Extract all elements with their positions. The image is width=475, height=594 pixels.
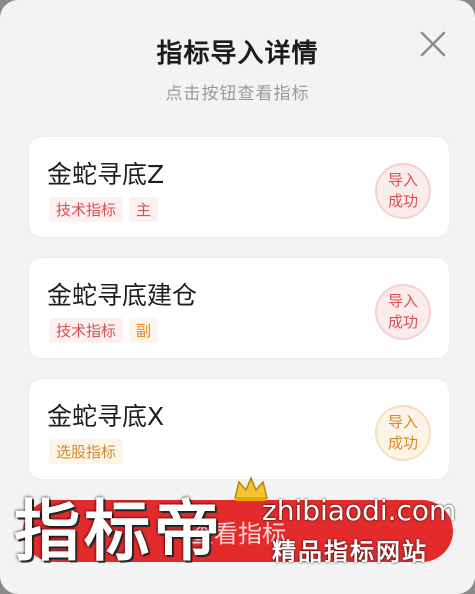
indicator-type-tag: 选股指标 bbox=[49, 439, 124, 464]
indicator-tags: 技术指标 副 bbox=[49, 318, 159, 343]
indicator-tags: 选股指标 bbox=[49, 439, 124, 464]
import-success-stamp: 导入 成功 bbox=[375, 405, 431, 461]
watermark-url: zhibiaodi.com bbox=[262, 494, 457, 527]
indicator-type-tag: 技术指标 bbox=[49, 197, 124, 222]
close-icon[interactable] bbox=[416, 27, 450, 61]
indicator-name: 金蛇寻底建仓 bbox=[47, 281, 198, 310]
import-success-stamp: 导入 成功 bbox=[375, 163, 431, 219]
indicator-card[interactable]: 金蛇寻底建仓 技术指标 副 导入 成功 bbox=[28, 257, 450, 359]
stamp-line-1: 导入 bbox=[387, 292, 418, 310]
indicator-import-dialog: 指标导入详情 点击按钮查看指标 金蛇寻底Z 技术指标 主 导入 成功 金蛇寻底建… bbox=[0, 0, 475, 594]
indicator-name: 金蛇寻底Z bbox=[47, 160, 165, 189]
indicator-card[interactable]: 金蛇寻底X 选股指标 导入 成功 bbox=[28, 378, 450, 480]
stamp-line-2: 成功 bbox=[387, 192, 418, 210]
stamp-line-1: 导入 bbox=[387, 171, 418, 189]
indicator-type-tag: 技术指标 bbox=[49, 318, 124, 343]
stamp-line-2: 成功 bbox=[387, 434, 418, 452]
indicator-position-tag: 副 bbox=[129, 318, 159, 343]
stamp-line-2: 成功 bbox=[387, 313, 418, 331]
dialog-title: 指标导入详情 bbox=[156, 39, 319, 69]
dialog-subtitle: 点击按钮查看指标 bbox=[165, 84, 310, 104]
stamp-line-1: 导入 bbox=[387, 413, 418, 431]
import-success-stamp: 导入 成功 bbox=[375, 284, 431, 340]
indicator-card[interactable]: 金蛇寻底Z 技术指标 主 导入 成功 bbox=[28, 136, 450, 238]
indicator-tags: 技术指标 主 bbox=[49, 197, 159, 222]
indicator-position-tag: 主 bbox=[129, 197, 159, 222]
watermark-tagline: 精品指标网站 bbox=[272, 538, 428, 566]
indicator-name: 金蛇寻底X bbox=[47, 402, 165, 431]
watermark-brand: 指标帝 bbox=[14, 492, 224, 570]
